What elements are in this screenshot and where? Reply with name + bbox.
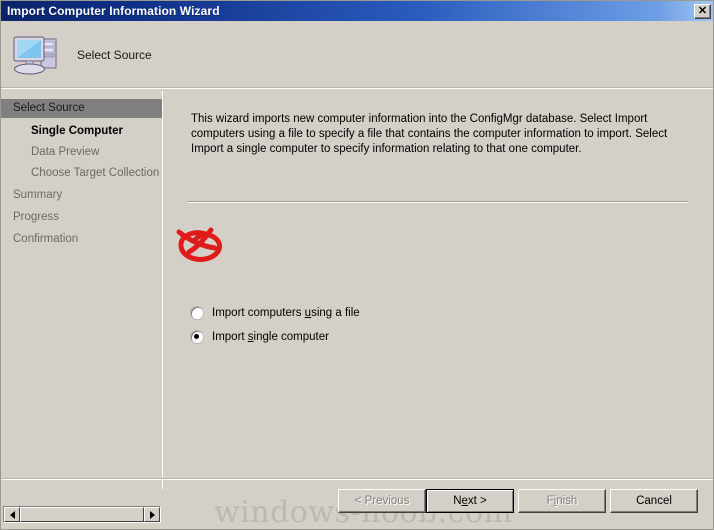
- sidebar-item-data-preview[interactable]: Data Preview: [1, 143, 162, 162]
- sidebar-item-label: Data Preview: [31, 146, 100, 158]
- header-divider: [1, 88, 713, 89]
- sidebar-item-label: Confirmation: [13, 233, 79, 245]
- sidebar-item-confirmation[interactable]: Confirmation: [1, 230, 162, 249]
- sidebar-item-select-source[interactable]: Select Source: [1, 99, 162, 118]
- sidebar-item-choose-target-collection[interactable]: Choose Target Collection: [1, 164, 162, 183]
- title-bar: Import Computer Information Wizard ✕: [1, 1, 713, 21]
- sidebar-item-label: Select Source: [13, 102, 85, 114]
- next-button[interactable]: Ne xt >: [426, 489, 514, 513]
- wizard-header: Select Source: [1, 21, 713, 89]
- finish-button[interactable]: Fi nish: [518, 489, 606, 513]
- button-bar: < Previous Ne xt > Fi nish Cancel: [1, 482, 713, 522]
- sidebar-steps-list: Select Source Single Computer Data Previ…: [1, 91, 162, 489]
- sidebar-item-label: Choose Target Collection: [31, 167, 160, 179]
- radio-import-single-computer[interactable]: Import single computer: [191, 331, 329, 343]
- section-divider: [188, 201, 688, 203]
- radio-import-using-file[interactable]: Import computers using a file: [191, 307, 360, 319]
- previous-button[interactable]: < Previous: [338, 489, 426, 513]
- page-title: Select Source: [77, 48, 152, 62]
- wizard-steps-sidebar: Select Source Single Computer Data Previ…: [1, 91, 163, 489]
- radio-button-indicator[interactable]: [191, 307, 203, 319]
- sidebar-item-label: Progress: [13, 211, 60, 223]
- wizard-window: Import Computer Information Wizard ✕ Sel…: [0, 0, 714, 530]
- main-panel: This wizard imports new computer informa…: [164, 91, 713, 478]
- window-title: Import Computer Information Wizard: [7, 4, 220, 18]
- radio-label: Import computers using a file: [212, 307, 360, 319]
- cancel-button[interactable]: Cancel: [610, 489, 698, 513]
- button-bar-divider: [1, 479, 713, 480]
- wizard-description: This wizard imports new computer informa…: [191, 113, 668, 155]
- sidebar-item-summary[interactable]: Summary: [1, 186, 162, 205]
- sidebar-item-progress[interactable]: Progress: [1, 208, 162, 227]
- sidebar-right-edge: [162, 91, 163, 489]
- radio-label: Import single computer: [212, 331, 329, 343]
- radio-button-indicator-selected[interactable]: [191, 331, 203, 343]
- sidebar-item-label: Summary: [13, 189, 63, 201]
- sidebar-item-label: Single Computer: [31, 125, 124, 137]
- sidebar-item-single-computer[interactable]: Single Computer: [1, 122, 162, 141]
- computer-icon: [13, 36, 57, 75]
- close-icon[interactable]: ✕: [694, 3, 711, 19]
